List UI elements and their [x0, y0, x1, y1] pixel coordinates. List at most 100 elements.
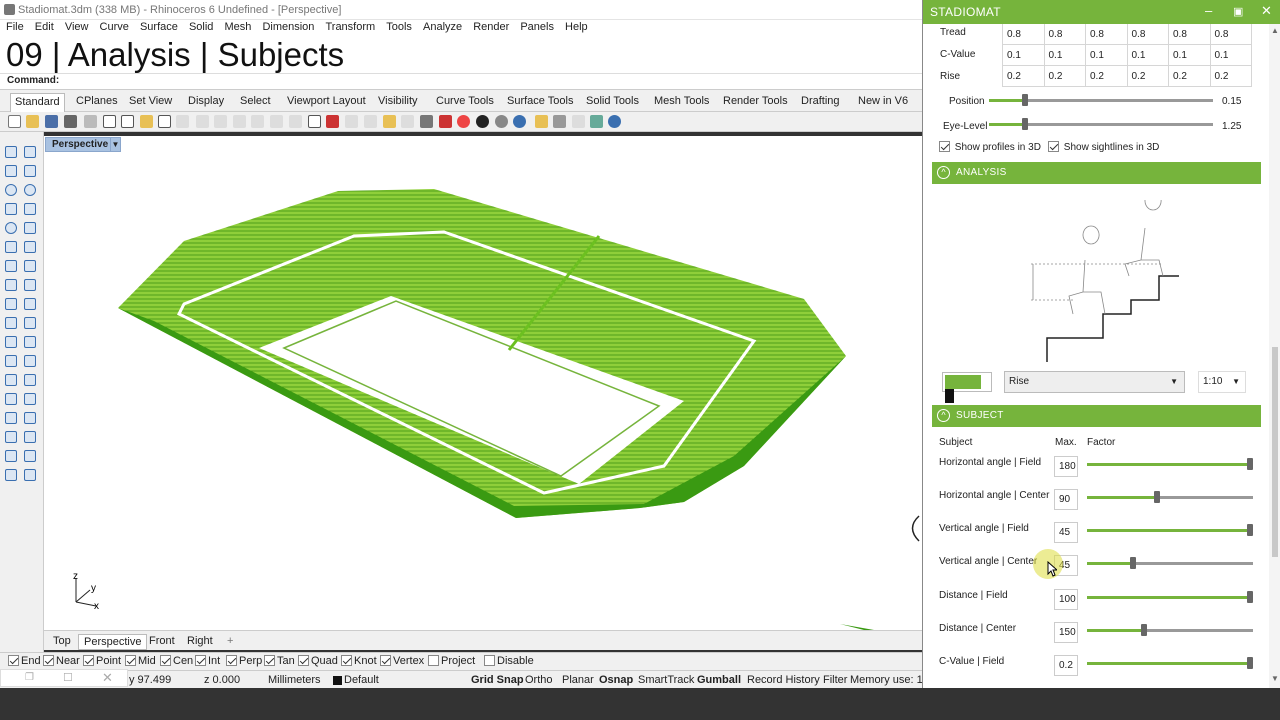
- osnap-knot[interactable]: Knot: [341, 655, 377, 667]
- tab-set-view[interactable]: Set View: [129, 95, 172, 107]
- menu-dimension[interactable]: Dimension: [262, 20, 314, 35]
- polygon-icon[interactable]: [5, 203, 17, 215]
- menu-curve[interactable]: Curve: [100, 20, 129, 35]
- max-input[interactable]: 100: [1054, 589, 1078, 610]
- eye-level-slider[interactable]: [989, 118, 1213, 130]
- max-input[interactable]: 90: [1054, 489, 1078, 510]
- transform-icon[interactable]: [5, 393, 17, 405]
- edit-icon[interactable]: [24, 317, 36, 329]
- add-viewport-icon[interactable]: +: [222, 634, 238, 648]
- max-input[interactable]: 45: [1054, 522, 1078, 543]
- max-input[interactable]: 0.2: [1054, 655, 1078, 676]
- factor-slider[interactable]: [1087, 458, 1253, 470]
- command-line[interactable]: Command:: [0, 74, 922, 90]
- grid-cell[interactable]: 0.8: [1126, 24, 1169, 45]
- grid-cell[interactable]: 0.2: [1002, 65, 1045, 87]
- tab-surface-tools[interactable]: Surface Tools: [507, 95, 573, 107]
- layout-icon[interactable]: [5, 450, 17, 462]
- slider-knob[interactable]: [1130, 557, 1136, 569]
- rectangle-icon[interactable]: [24, 203, 36, 215]
- tab-solid-tools[interactable]: Solid Tools: [586, 95, 639, 107]
- scroll-down-icon[interactable]: ▼: [1271, 674, 1279, 683]
- paste-icon[interactable]: [140, 115, 153, 128]
- osnap-near[interactable]: Near: [43, 655, 80, 667]
- minimize-icon[interactable]: –: [1205, 3, 1212, 18]
- scroll-thumb[interactable]: [1272, 347, 1278, 557]
- slider-knob[interactable]: [1141, 624, 1147, 636]
- close-panel-icon[interactable]: ✕: [1261, 3, 1272, 19]
- menu-help[interactable]: Help: [565, 20, 588, 35]
- solid-icon[interactable]: [24, 260, 36, 272]
- osnap-cen[interactable]: Cen: [160, 655, 193, 667]
- osnap-disable[interactable]: Disable: [484, 655, 534, 667]
- ortho-toggle[interactable]: Ortho: [525, 674, 553, 686]
- show-sightlines-checkbox[interactable]: Show sightlines in 3D: [1048, 141, 1159, 153]
- scale-dropdown[interactable]: 1:10 ▼: [1198, 371, 1246, 393]
- camera-icon[interactable]: [5, 469, 17, 481]
- show-profiles-checkbox[interactable]: Show profiles in 3D: [939, 141, 1041, 153]
- viewport-menu-icon[interactable]: ▼: [110, 137, 121, 152]
- menu-render[interactable]: Render: [473, 20, 509, 35]
- lightbulb-icon[interactable]: [401, 115, 414, 128]
- tab-cplanes[interactable]: CPlanes: [76, 95, 118, 107]
- cplane-icon[interactable]: [24, 431, 36, 443]
- grid-cell[interactable]: 0.2: [1085, 65, 1128, 87]
- polyline-icon[interactable]: [5, 165, 17, 177]
- grid-cell[interactable]: 0.8: [1085, 24, 1128, 45]
- vp-tab-top[interactable]: Top: [48, 634, 76, 648]
- position-slider[interactable]: [989, 94, 1213, 106]
- osnap-project[interactable]: Project: [428, 655, 475, 667]
- copy-icon[interactable]: [121, 115, 134, 128]
- grid-cell[interactable]: 0.2: [1209, 65, 1252, 87]
- menu-solid[interactable]: Solid: [189, 20, 213, 35]
- dimension-icon[interactable]: [24, 374, 36, 386]
- osnap-vertex[interactable]: Vertex: [380, 655, 424, 667]
- gear-icon[interactable]: [553, 115, 566, 128]
- subject-section-header[interactable]: ^ SUBJECT: [932, 405, 1261, 427]
- text-icon[interactable]: [5, 374, 17, 386]
- osnap-quad[interactable]: Quad: [298, 655, 338, 667]
- maximize-icon[interactable]: ▣: [1233, 5, 1243, 18]
- fillet-curve-icon[interactable]: [24, 222, 36, 234]
- menu-analyze[interactable]: Analyze: [423, 20, 462, 35]
- grid-cell[interactable]: 0.2: [1043, 65, 1086, 87]
- grid-cell[interactable]: 0.1: [1043, 44, 1086, 66]
- factor-slider[interactable]: [1087, 591, 1253, 603]
- loft-icon[interactable]: [24, 241, 36, 253]
- gumball-toggle[interactable]: Gumball: [697, 674, 741, 686]
- grid-cell[interactable]: 0.1: [1126, 44, 1169, 66]
- viewport-title[interactable]: Perspective: [45, 137, 116, 152]
- cylinder-icon[interactable]: [5, 279, 17, 291]
- grid-cell[interactable]: 0.1: [1209, 44, 1252, 66]
- osnap-perp[interactable]: Perp: [226, 655, 262, 667]
- menu-view[interactable]: View: [65, 20, 89, 35]
- grid-cell[interactable]: 0.8: [1168, 24, 1211, 45]
- trim-icon[interactable]: [5, 355, 17, 367]
- print-icon[interactable]: [64, 115, 77, 128]
- surface-icon[interactable]: [5, 241, 17, 253]
- curve-icon[interactable]: [24, 165, 36, 177]
- factor-slider[interactable]: [1087, 624, 1253, 636]
- car-icon[interactable]: [326, 115, 339, 128]
- four-view-icon[interactable]: [308, 115, 321, 128]
- vp-tab-perspective[interactable]: Perspective: [78, 634, 148, 650]
- grid-cell[interactable]: 0.8: [1209, 24, 1252, 45]
- join-icon[interactable]: [24, 355, 36, 367]
- zoom-extents-icon[interactable]: [251, 115, 264, 128]
- panel-scrollbar[interactable]: ▲ ▼: [1269, 24, 1280, 688]
- tab-select[interactable]: Select: [240, 95, 271, 107]
- zoom-icon[interactable]: [214, 115, 227, 128]
- menu-file[interactable]: File: [6, 20, 24, 35]
- restore-icon[interactable]: ❐: [25, 672, 34, 683]
- analyze-icon[interactable]: [24, 412, 36, 424]
- pan-icon[interactable]: [176, 115, 189, 128]
- ellipse-icon[interactable]: [5, 222, 17, 234]
- box-icon[interactable]: [5, 260, 17, 272]
- block-icon[interactable]: [5, 412, 17, 424]
- construction-plane-icon[interactable]: [345, 115, 358, 128]
- save-icon[interactable]: [45, 115, 58, 128]
- render-sphere-icon[interactable]: [476, 115, 489, 128]
- tab-standard[interactable]: Standard: [10, 93, 65, 112]
- help-icon[interactable]: [608, 115, 621, 128]
- open-folder-icon[interactable]: [26, 115, 39, 128]
